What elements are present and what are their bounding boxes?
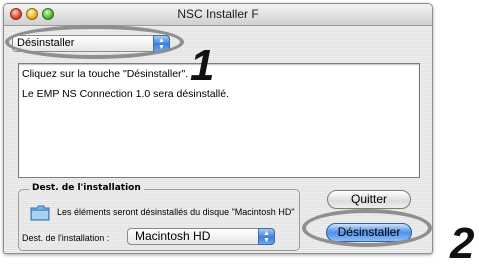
updown-arrows-icon: ▲ ▼ [258, 228, 275, 245]
destination-group-title: Dest. de l'installation [29, 183, 144, 193]
window-title: NSC Installer F [177, 7, 259, 21]
destination-label: Dest. de l'installation : [22, 233, 110, 243]
folder-icon [30, 205, 50, 221]
quit-button[interactable]: Quitter [327, 190, 411, 209]
destination-popup[interactable]: Macintosh HD ▲ ▼ [127, 228, 275, 245]
destination-popup-value: Macintosh HD [135, 229, 211, 243]
message-text-area[interactable]: Cliquez sur la touche "Désinstaller". Le… [18, 63, 420, 178]
destination-description: Les éléments seront désinstallés du disq… [57, 207, 295, 217]
title-bar: NSC Installer F [4, 4, 432, 26]
destination-group: Dest. de l'installation Les éléments ser… [18, 183, 300, 251]
step2-highlight-ellipse [302, 209, 432, 247]
message-line-2: Le EMP NS Connection 1.0 sera désinstall… [22, 88, 230, 100]
step1-number: 1 [190, 41, 215, 90]
step2-number: 2 [450, 219, 475, 268]
message-line-1: Cliquez sur la touche "Désinstaller". [22, 68, 189, 80]
step1-highlight-ellipse [5, 25, 184, 59]
